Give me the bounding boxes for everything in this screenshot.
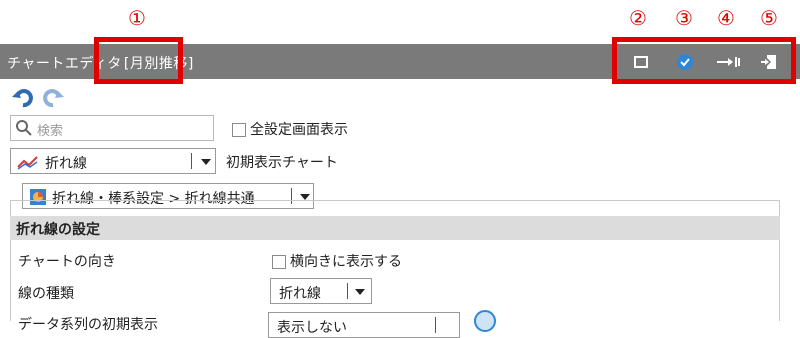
- checkbox-box[interactable]: [272, 255, 286, 269]
- pin-button[interactable]: [715, 52, 743, 72]
- callout-5: ⑤: [760, 6, 778, 30]
- help-icon[interactable]: [474, 310, 496, 332]
- chevron-down-icon: [201, 159, 211, 165]
- exit-icon: [761, 55, 776, 69]
- line-type-select[interactable]: 折れ線: [270, 278, 372, 304]
- callout-4: ④: [717, 6, 735, 30]
- pin-icon: [717, 57, 740, 67]
- highlight-box-title: [94, 37, 183, 84]
- undo-icon[interactable]: [12, 88, 34, 108]
- close-button[interactable]: [758, 52, 780, 72]
- callout-1: ①: [128, 6, 146, 30]
- show-all-settings-checkbox[interactable]: 全設定画面表示: [232, 119, 348, 139]
- undo-redo-toolbar: [12, 88, 64, 110]
- series-initial-display-label: データ系列の初期表示: [18, 317, 158, 333]
- horizontal-display-label: 横向きに表示する: [290, 254, 402, 270]
- check-circle-icon: [677, 54, 693, 70]
- chevron-down-icon: [355, 289, 365, 295]
- square-icon: [634, 56, 648, 68]
- section-title: 折れ線の設定: [16, 222, 100, 238]
- callout-3: ③: [675, 6, 693, 30]
- show-all-label: 全設定画面表示: [250, 122, 348, 138]
- search-input[interactable]: 検索: [10, 115, 214, 141]
- line-type-label: 線の種類: [18, 286, 74, 302]
- series-initial-display-select[interactable]: 表示しない: [268, 312, 460, 338]
- maximize-button[interactable]: [630, 52, 652, 72]
- callout-2: ②: [629, 6, 647, 30]
- default-chart-label: 初期表示チャート: [226, 155, 338, 171]
- series-initial-display-value: 表示しない: [277, 320, 347, 336]
- redo-icon[interactable]: [42, 88, 64, 108]
- chart-type-select[interactable]: 折れ線: [10, 148, 216, 174]
- search-icon: [16, 120, 32, 136]
- apply-button[interactable]: [674, 52, 696, 72]
- checkbox-box[interactable]: [232, 123, 246, 137]
- chart-type-value: 折れ線: [45, 156, 87, 172]
- line-chart-icon: [17, 156, 38, 170]
- horizontal-display-checkbox[interactable]: 横向きに表示する: [272, 251, 402, 271]
- search-placeholder: 検索: [37, 124, 64, 139]
- line-type-value: 折れ線: [279, 286, 321, 302]
- section-header: 折れ線の設定: [10, 216, 780, 240]
- chart-direction-label: チャートの向き: [18, 254, 116, 270]
